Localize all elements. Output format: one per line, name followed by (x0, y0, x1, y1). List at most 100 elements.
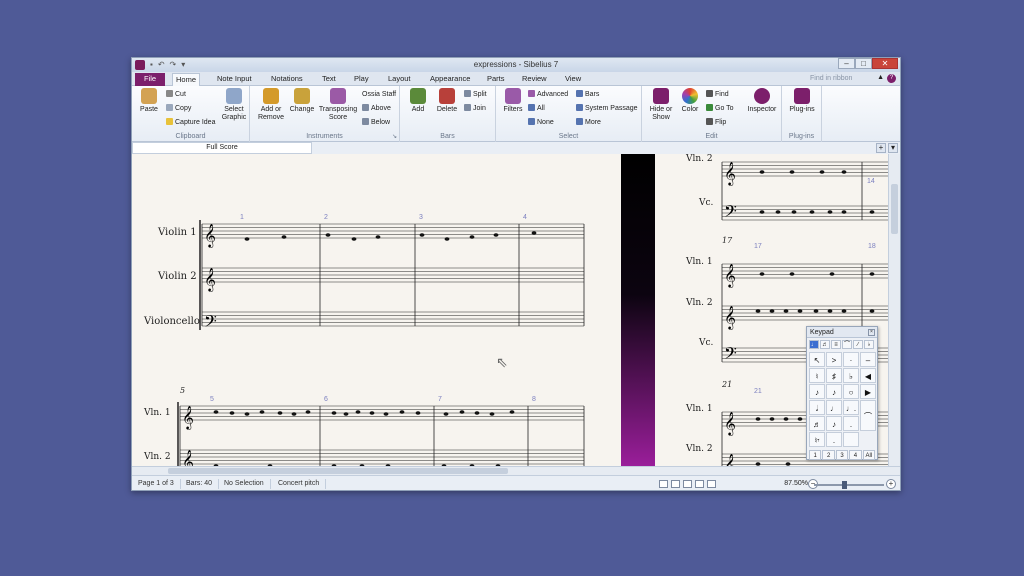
ribbon-search-input[interactable]: Find in ribbon (810, 73, 870, 84)
note-head (399, 410, 405, 414)
keypad-half-note-icon[interactable]: 𝅗𝅥 (809, 400, 825, 415)
minimize-button[interactable]: – (838, 58, 855, 69)
select-bars-button[interactable]: Bars (576, 90, 599, 99)
new-tab-icon[interactable]: + (876, 143, 886, 153)
advanced-filter-button[interactable]: Advanced (528, 90, 568, 99)
keypad-natural-icon[interactable]: ♮ (809, 368, 825, 383)
join-bar-button[interactable]: Join (464, 104, 486, 113)
keypad-whole-note-icon[interactable]: ○ (843, 384, 859, 399)
collapse-ribbon-icon[interactable]: ▲ (877, 74, 884, 83)
tab-file[interactable]: File (135, 73, 165, 86)
keypad-play-icon[interactable]: ▶ (860, 384, 876, 399)
system-passage-button[interactable]: System Passage (576, 104, 638, 113)
scroll-thumb[interactable] (891, 184, 898, 234)
help-icon[interactable]: ? (887, 74, 896, 83)
concert-pitch-status[interactable]: Concert pitch (278, 479, 327, 489)
tab-parts[interactable]: Parts (484, 73, 508, 86)
instruments-dialog-launcher-icon[interactable]: ↘ (392, 133, 397, 140)
keypad-thirtysecond-note-icon[interactable]: ♬ (809, 416, 825, 431)
tab-review[interactable]: Review (519, 73, 550, 86)
keypad-layout-2[interactable]: 2 (822, 450, 835, 460)
keypad-pointer-icon[interactable]: ↖ (809, 352, 825, 367)
view-multi-page-icon[interactable] (683, 480, 692, 488)
paste-button[interactable]: Paste (136, 88, 162, 114)
keypad-eighth-alt-icon[interactable]: ♪ (826, 416, 842, 431)
color-button[interactable]: Color (678, 88, 702, 114)
hide-or-show-button[interactable]: Hide or Show (646, 88, 676, 122)
keypad-layout-all[interactable]: All (862, 450, 876, 460)
zoom-slider-knob[interactable] (842, 481, 847, 489)
keypad-accent-icon[interactable]: > (826, 352, 842, 367)
ossia-below-button[interactable]: Below (362, 118, 390, 127)
keypad-tie-icon[interactable]: ⌒ (860, 400, 876, 431)
tab-menu-icon[interactable]: ▾ (888, 143, 898, 153)
cut-button[interactable]: Cut (166, 90, 186, 99)
tab-home[interactable]: Home (172, 73, 201, 86)
keypad-dot-small-icon[interactable]: . (826, 432, 842, 447)
scroll-thumb[interactable] (168, 468, 508, 474)
tab-view[interactable]: View (562, 73, 584, 86)
score-view[interactable]: 𝄞𝄞𝄢𝄞𝄞𝄢𝄞𝄢𝄞𝄞𝄢𝄞𝄞 Violin 1 Violin 2 Violonce… (132, 154, 889, 466)
keypad-articulations-icon[interactable]: ⌒ (842, 340, 852, 349)
ossia-staff-button[interactable]: Ossia Staff (362, 90, 396, 99)
tab-play[interactable]: Play (351, 73, 372, 86)
add-bar-button[interactable]: Add (406, 88, 430, 114)
keypad-staccato-icon[interactable]: · (843, 352, 859, 367)
add-or-remove-button[interactable]: Add or Remove (256, 88, 286, 122)
tab-appearance[interactable]: Appearance (427, 73, 473, 86)
go-to-button[interactable]: Go To (706, 104, 734, 113)
tab-notations[interactable]: Notations (268, 73, 306, 86)
view-fit-icon[interactable] (707, 480, 716, 488)
keypad-sixteenth-note-icon[interactable]: ♪ (809, 384, 825, 399)
filters-button[interactable]: Filters (500, 88, 526, 114)
tab-text[interactable]: Text (319, 73, 339, 86)
full-score-tab[interactable]: Full Score (132, 142, 312, 154)
plugins-button[interactable]: Plug-ins (786, 88, 818, 114)
view-spread-icon[interactable] (671, 480, 680, 488)
zoom-in-icon[interactable]: + (886, 479, 896, 489)
select-none-button[interactable]: None (528, 118, 554, 127)
vertical-scrollbar[interactable] (888, 154, 900, 466)
keypad-eighth-note-icon[interactable]: ♪ (826, 384, 842, 399)
keypad-close-icon[interactable]: × (868, 329, 875, 336)
select-more-button[interactable]: More (576, 118, 601, 127)
keypad-layout-1[interactable]: 1 (809, 450, 822, 460)
zoom-slider[interactable] (814, 481, 884, 489)
keypad-flat-icon[interactable]: ♭ (843, 368, 859, 383)
horizontal-scrollbar[interactable] (132, 466, 900, 475)
transposing-score-button[interactable]: Transposing Score (318, 88, 358, 122)
change-instrument-button[interactable]: Change (288, 88, 316, 114)
split-bar-button[interactable]: Split (464, 90, 487, 99)
view-single-page-icon[interactable] (659, 480, 668, 488)
keypad-dot-icon[interactable]: . (843, 416, 859, 431)
close-button[interactable]: ✕ (872, 58, 898, 69)
inspector-button[interactable]: Inspector (746, 88, 778, 114)
keypad-tenuto-icon[interactable]: – (860, 352, 876, 367)
keypad-jazz-icon[interactable]: ∕ (853, 340, 863, 349)
tab-layout[interactable]: Layout (385, 73, 414, 86)
system-number: 21 (722, 380, 733, 389)
keypad-blank-icon[interactable] (843, 432, 859, 447)
keypad-common-notes-icon[interactable]: ♩ (809, 340, 819, 349)
delete-bar-button[interactable]: Delete (434, 88, 460, 114)
copy-button[interactable]: Copy (166, 104, 191, 113)
flip-button[interactable]: Flip (706, 118, 726, 127)
maximize-button[interactable]: □ (855, 58, 872, 69)
view-panorama-icon[interactable] (695, 480, 704, 488)
keypad-rewind-icon[interactable]: ◀ (860, 368, 876, 383)
keypad-natural-rest-icon[interactable]: ♮𝄾 (809, 432, 825, 447)
keypad-accidentals-icon[interactable]: ♭ (864, 340, 874, 349)
keypad-dotted-note-icon[interactable]: ♩. (843, 400, 859, 415)
keypad-layout-4[interactable]: 4 (849, 450, 862, 460)
select-graphic-button[interactable]: Select Graphic (220, 88, 248, 122)
keypad-more-notes-icon[interactable]: ♬ (820, 340, 830, 349)
find-button[interactable]: Find (706, 90, 729, 99)
keypad-sharp-icon[interactable]: ♯ (826, 368, 842, 383)
keypad-beams-icon[interactable]: ≡ (831, 340, 841, 349)
capture-idea-button[interactable]: Capture Idea (166, 118, 215, 127)
keypad-layout-3[interactable]: 3 (835, 450, 849, 460)
keypad-quarter-note-icon[interactable]: ♩ (826, 400, 842, 415)
ossia-above-button[interactable]: Above (362, 104, 391, 113)
select-all-button[interactable]: All (528, 104, 545, 113)
tab-note-input[interactable]: Note Input (214, 73, 255, 86)
